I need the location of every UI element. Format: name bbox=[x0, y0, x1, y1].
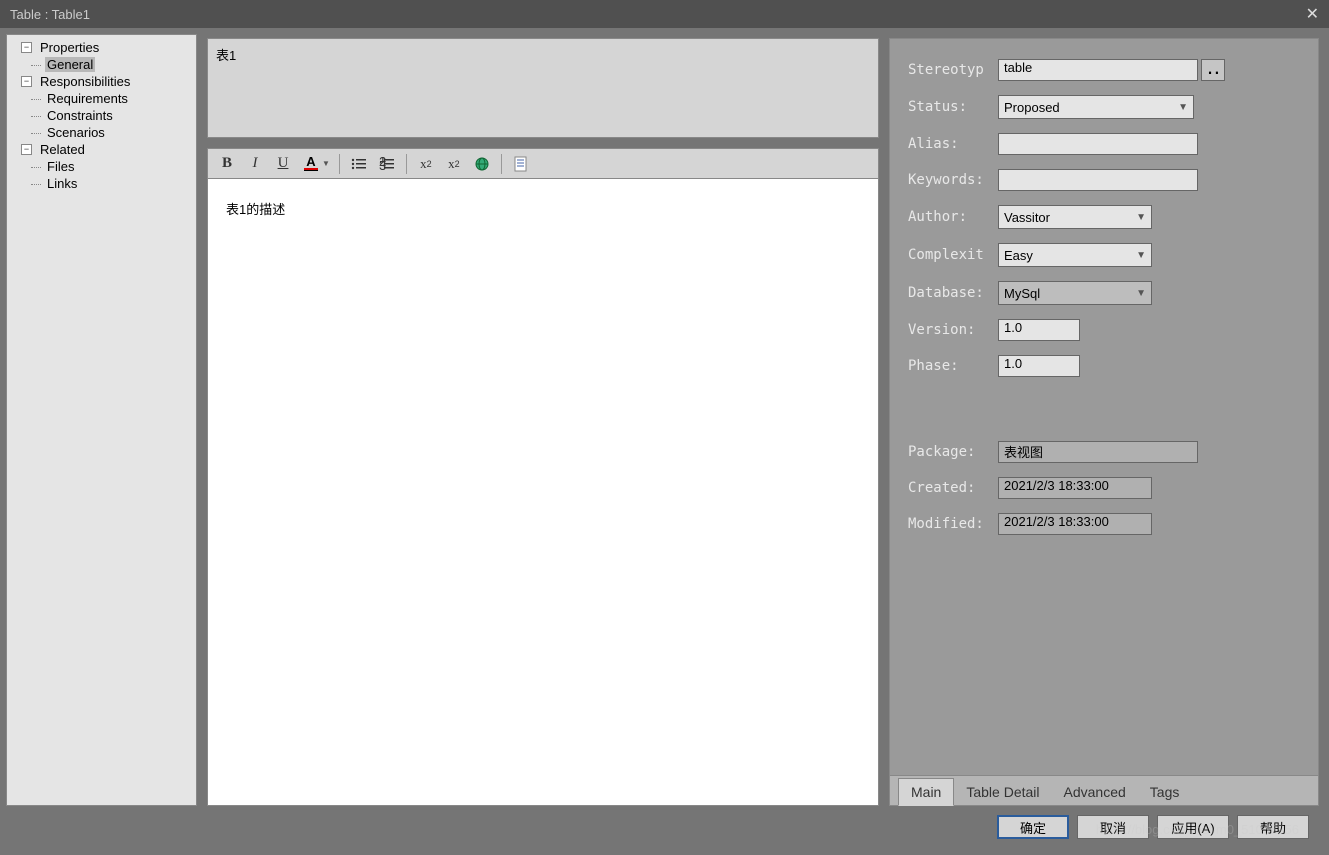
collapse-icon[interactable]: − bbox=[21, 76, 32, 87]
phase-label: Phase: bbox=[908, 358, 998, 374]
chevron-down-icon: ▼ bbox=[1136, 288, 1146, 299]
chevron-down-icon: ▼ bbox=[1136, 212, 1146, 223]
tab-main[interactable]: Main bbox=[898, 778, 954, 806]
author-label: Author: bbox=[908, 209, 998, 225]
version-input[interactable]: 1.0 bbox=[998, 319, 1080, 341]
created-label: Created: bbox=[908, 480, 998, 496]
window-titlebar: Table : Table1 ✕ bbox=[0, 0, 1329, 28]
stereotype-browse-button[interactable]: .. bbox=[1201, 59, 1225, 81]
numbers-icon[interactable]: 123 bbox=[374, 152, 400, 176]
dialog-footer: 确定 取消 应用(A) 帮助 bbox=[0, 806, 1329, 848]
database-select[interactable]: MySql▼ bbox=[998, 281, 1152, 305]
collapse-icon[interactable]: − bbox=[21, 42, 32, 53]
svg-text:3: 3 bbox=[379, 158, 386, 171]
alias-input[interactable] bbox=[998, 133, 1198, 155]
apply-button[interactable]: 应用(A) bbox=[1157, 815, 1229, 839]
font-color-icon[interactable]: A bbox=[298, 152, 324, 176]
chevron-down-icon: ▼ bbox=[1136, 250, 1146, 261]
bold-icon[interactable]: B bbox=[214, 152, 240, 176]
phase-input[interactable]: 1.0 bbox=[998, 355, 1080, 377]
new-document-icon[interactable] bbox=[508, 152, 534, 176]
superscript-icon[interactable]: x2 bbox=[413, 152, 439, 176]
tab-advanced[interactable]: Advanced bbox=[1052, 779, 1138, 805]
version-label: Version: bbox=[908, 322, 998, 338]
tree-scenarios[interactable]: Scenarios bbox=[7, 124, 196, 141]
underline-icon[interactable]: U bbox=[270, 152, 296, 176]
close-icon[interactable]: ✕ bbox=[1306, 4, 1319, 24]
tree-links[interactable]: Links bbox=[7, 175, 196, 192]
alias-label: Alias: bbox=[908, 136, 998, 152]
italic-icon[interactable]: I bbox=[242, 152, 268, 176]
modified-field: 2021/2/3 18:33:00 bbox=[998, 513, 1152, 535]
hyperlink-icon[interactable] bbox=[469, 152, 495, 176]
tab-tags[interactable]: Tags bbox=[1138, 779, 1192, 805]
status-select[interactable]: Proposed▼ bbox=[998, 95, 1194, 119]
tree-properties[interactable]: − Properties bbox=[7, 39, 196, 56]
complexity-label: Complexit bbox=[908, 247, 998, 263]
tree-requirements[interactable]: Requirements bbox=[7, 90, 196, 107]
right-column: Stereotyp table .. Status: Proposed▼ Ali… bbox=[889, 28, 1329, 806]
complexity-select[interactable]: Easy▼ bbox=[998, 243, 1152, 267]
ok-button[interactable]: 确定 bbox=[997, 815, 1069, 839]
cancel-button[interactable]: 取消 bbox=[1077, 815, 1149, 839]
description-editor[interactable]: 表1的描述 bbox=[207, 178, 879, 806]
main-area: − Properties General − Responsibilities … bbox=[0, 28, 1329, 806]
keywords-label: Keywords: bbox=[908, 172, 998, 188]
package-label: Package: bbox=[908, 444, 998, 460]
status-label: Status: bbox=[908, 99, 998, 115]
modified-label: Modified: bbox=[908, 516, 998, 532]
tree-related[interactable]: − Related bbox=[7, 141, 196, 158]
window-title: Table : Table1 bbox=[10, 7, 90, 22]
separator bbox=[339, 154, 340, 174]
name-input[interactable]: 表1 bbox=[207, 38, 879, 138]
keywords-input[interactable] bbox=[998, 169, 1198, 191]
subscript-icon[interactable]: x2 bbox=[441, 152, 467, 176]
created-field: 2021/2/3 18:33:00 bbox=[998, 477, 1152, 499]
tab-table-detail[interactable]: Table Detail bbox=[954, 779, 1051, 805]
tree-general[interactable]: General bbox=[7, 56, 196, 73]
chevron-down-icon: ▼ bbox=[1178, 102, 1188, 113]
help-button[interactable]: 帮助 bbox=[1237, 815, 1309, 839]
chevron-down-icon[interactable]: ▼ bbox=[322, 159, 333, 168]
tree-responsibilities[interactable]: − Responsibilities bbox=[7, 73, 196, 90]
stereotype-input[interactable]: table bbox=[998, 59, 1198, 81]
author-select[interactable]: Vassitor▼ bbox=[998, 205, 1152, 229]
bullets-icon[interactable] bbox=[346, 152, 372, 176]
separator bbox=[406, 154, 407, 174]
separator bbox=[501, 154, 502, 174]
tabs-row: Main Table Detail Advanced Tags bbox=[889, 776, 1319, 806]
properties-panel: Stereotyp table .. Status: Proposed▼ Ali… bbox=[889, 38, 1319, 776]
tree-constraints[interactable]: Constraints bbox=[7, 107, 196, 124]
center-column: 表1 B I U A ▼ 123 x2 x2 表1的描述 bbox=[197, 28, 889, 806]
rtf-toolbar: B I U A ▼ 123 x2 x2 bbox=[207, 148, 879, 178]
stereotype-label: Stereotyp bbox=[908, 62, 998, 78]
sidebar-tree: − Properties General − Responsibilities … bbox=[6, 34, 197, 806]
database-label: Database: bbox=[908, 285, 998, 301]
tree-files[interactable]: Files bbox=[7, 158, 196, 175]
collapse-icon[interactable]: − bbox=[21, 144, 32, 155]
package-field: 表视图 bbox=[998, 441, 1198, 463]
